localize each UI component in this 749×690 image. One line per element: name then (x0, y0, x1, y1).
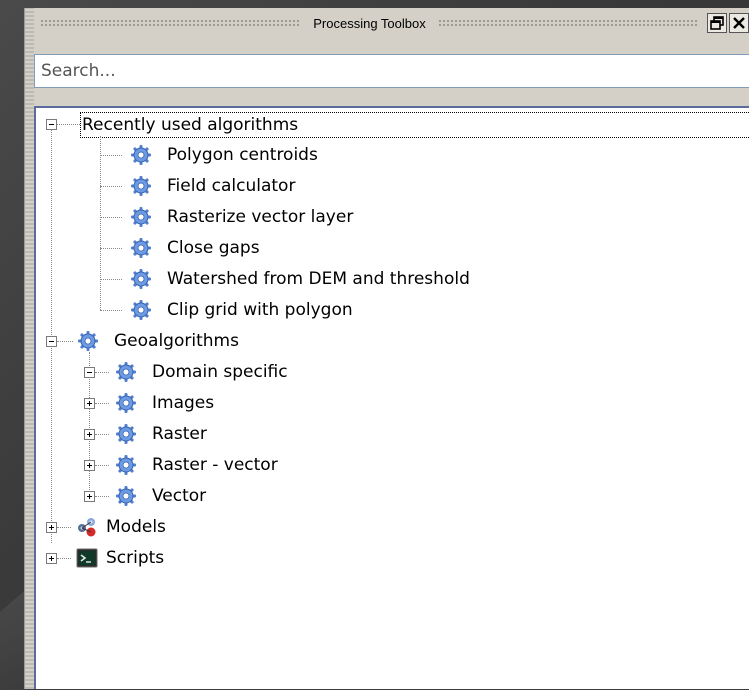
tree-item-recent[interactable]: Clip grid with polygon (167, 299, 353, 321)
tree-item-recent[interactable]: Polygon centroids (167, 144, 318, 166)
processing-toolbox-panel: Processing Toolbox Recently used algorit… (24, 8, 749, 689)
tree-branch-line (57, 558, 71, 559)
tree-group-recent[interactable]: Recently used algorithms (80, 112, 749, 138)
panel-titlebar[interactable]: Processing Toolbox (34, 8, 749, 38)
gear-icon (130, 237, 152, 259)
gear-icon (77, 330, 99, 352)
tree-group-geoalgorithms[interactable]: Geoalgorithms (114, 330, 239, 352)
titlebar-grip-right (437, 19, 699, 27)
tree-item-recent[interactable]: Rasterize vector layer (167, 206, 353, 228)
close-panel-button[interactable] (729, 13, 749, 33)
tree-item-recent[interactable]: Close gaps (167, 237, 260, 259)
tree-collapse-toggle-recent[interactable] (46, 119, 57, 130)
tree-branch-line (95, 434, 109, 435)
tree-item-geoalgorithms[interactable]: Raster (152, 423, 207, 445)
restore-icon (710, 16, 724, 30)
gear-icon (115, 392, 137, 414)
tree-branch-line (57, 527, 71, 528)
gear-icon (130, 175, 152, 197)
float-panel-button[interactable] (707, 13, 727, 33)
tree-branch-line (100, 186, 122, 187)
algorithm-tree[interactable]: Recently used algorithms Polygon centroi… (34, 106, 749, 689)
tree-guide-line (51, 125, 52, 543)
gear-icon (130, 299, 152, 321)
close-icon (733, 17, 745, 29)
tree-branch-line (95, 403, 109, 404)
tree-item-geoalgorithms[interactable]: Domain specific (152, 361, 288, 383)
panel-resize-edge[interactable] (25, 8, 34, 689)
tree-expand-toggle-scripts[interactable] (46, 553, 57, 564)
gear-icon (130, 144, 152, 166)
tree-branch-line (95, 496, 109, 497)
tree-branch-line (100, 248, 122, 249)
tree-expand-toggle-models[interactable] (46, 522, 57, 533)
gear-icon (130, 268, 152, 290)
gear-icon (115, 423, 137, 445)
tree-item-geoalgorithms[interactable]: Raster - vector (152, 454, 278, 476)
tree-branch-line (100, 217, 122, 218)
tree-item-recent[interactable]: Watershed from DEM and threshold (167, 268, 470, 290)
tree-branch-line (57, 341, 73, 342)
tree-branch-line (57, 124, 80, 125)
tree-expand-toggle[interactable] (84, 429, 95, 440)
tree-item-geoalgorithms[interactable]: Images (152, 392, 214, 414)
tree-branch-line (100, 279, 122, 280)
gear-icon (115, 485, 137, 507)
tree-expand-toggle[interactable] (84, 398, 95, 409)
tree-expand-toggle[interactable] (84, 460, 95, 471)
tree-group-scripts[interactable]: Scripts (106, 547, 164, 569)
gear-icon (115, 454, 137, 476)
search-input[interactable] (34, 54, 749, 88)
terminal-icon (76, 548, 98, 568)
tree-branch-line (95, 465, 109, 466)
panel-title: Processing Toolbox (313, 15, 426, 31)
titlebar-grip-left (40, 19, 302, 27)
tree-guide-line (100, 136, 101, 310)
tree-collapse-toggle-geoalgorithms[interactable] (46, 336, 57, 347)
gear-icon (130, 206, 152, 228)
model-icon (78, 518, 96, 537)
tree-branch-line (100, 155, 122, 156)
tree-branch-line (95, 372, 109, 373)
tree-branch-line (100, 310, 122, 311)
tree-item-recent[interactable]: Field calculator (167, 175, 295, 197)
tree-expand-toggle[interactable] (84, 367, 95, 378)
tree-expand-toggle[interactable] (84, 491, 95, 502)
tree-item-geoalgorithms[interactable]: Vector (152, 485, 206, 507)
tree-group-models[interactable]: Models (106, 516, 166, 538)
gear-icon (115, 361, 137, 383)
